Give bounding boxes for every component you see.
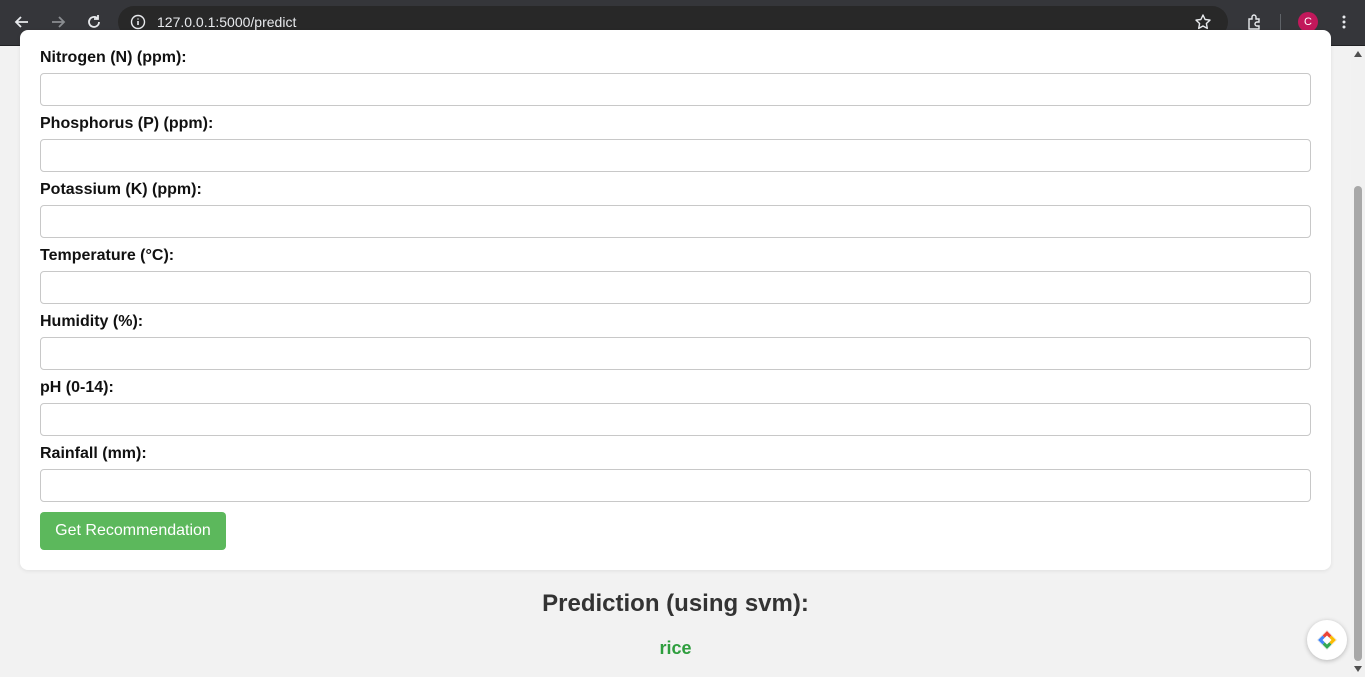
rainfall-label: Rainfall (mm): <box>40 445 147 462</box>
phosphorus-input[interactable] <box>40 139 1311 172</box>
scroll-up-icon[interactable] <box>1354 51 1362 57</box>
assistant-widget-icon[interactable] <box>1307 620 1347 660</box>
page-scrollbar[interactable] <box>1351 46 1365 677</box>
get-recommendation-button[interactable]: Get Recommendation <box>40 512 226 550</box>
nitrogen-input[interactable] <box>40 73 1311 106</box>
phosphorus-label: Phosphorus (P) (ppm): <box>40 115 214 132</box>
temperature-label: Temperature (°C): <box>40 247 175 264</box>
temperature-input[interactable] <box>40 271 1311 304</box>
prediction-value: rice <box>659 638 692 658</box>
ph-label: pH (0-14): <box>40 379 114 396</box>
nitrogen-label: Nitrogen (N) (ppm): <box>40 49 187 66</box>
menu-icon[interactable] <box>1330 8 1358 36</box>
url-text[interactable]: 127.0.0.1:5000/predict <box>157 14 296 30</box>
humidity-label: Humidity (%): <box>40 313 144 330</box>
profile-avatar[interactable]: C <box>1298 12 1318 32</box>
prediction-title: Prediction (using svm): <box>542 590 809 617</box>
potassium-label: Potassium (K) (ppm): <box>40 181 202 198</box>
humidity-input[interactable] <box>40 337 1311 370</box>
potassium-input[interactable] <box>40 205 1311 238</box>
scroll-down-icon[interactable] <box>1354 666 1362 672</box>
ph-input[interactable] <box>40 403 1311 436</box>
toolbar-divider <box>1280 14 1281 31</box>
scrollbar-thumb[interactable] <box>1354 186 1362 661</box>
rainfall-input[interactable] <box>40 469 1311 502</box>
